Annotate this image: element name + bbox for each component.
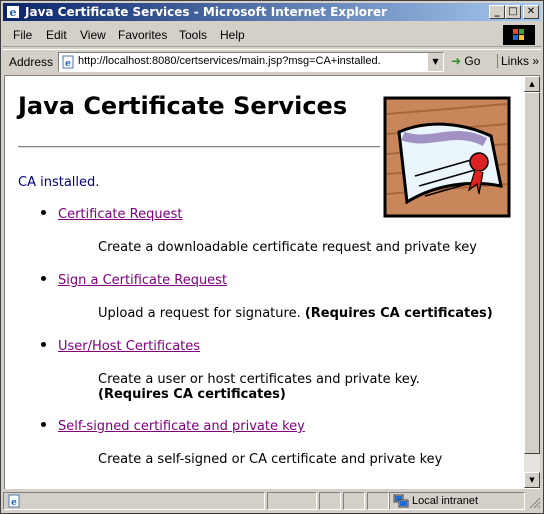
local-intranet-icon [393, 494, 409, 508]
scroll-up-arrow-icon[interactable]: ▲ [524, 76, 540, 92]
user-host-certificates-link[interactable]: User/Host Certificates [58, 339, 200, 354]
description-text: Create a self-signed or CA certificate a… [98, 452, 443, 467]
windows-logo-icon [503, 25, 535, 45]
description-text: Create a downloadable certificate reques… [98, 240, 477, 255]
resize-grip-icon[interactable] [527, 495, 541, 509]
security-zone-label: Local intranet [412, 495, 479, 507]
window-title: Java Certificate Services - Microsoft In… [25, 5, 388, 19]
requires-ca-note: (Requires CA certificates) [304, 306, 493, 321]
requires-ca-note: (Requires CA certificates) [98, 387, 286, 402]
go-arrow-icon: ➜ [451, 54, 462, 68]
chevron-right-icon: » [532, 54, 540, 68]
address-field[interactable]: e http://localhost:8080/certservices/mai… [58, 52, 444, 72]
scroll-thumb[interactable] [524, 92, 540, 454]
status-lock-cell [319, 492, 341, 510]
menu-tools[interactable]: Tools [179, 28, 207, 42]
page-icon: e [62, 55, 74, 69]
menu-edit[interactable]: Edit [46, 28, 67, 42]
user-host-description: Create a user or host certificates and p… [98, 372, 420, 402]
browser-window: e Java Certificate Services - Microsoft … [0, 0, 544, 514]
status-message: CA installed. [18, 175, 100, 190]
status-bar: e Local intranet [3, 491, 541, 511]
list-item-user-host: User/Host Certificates [41, 339, 200, 354]
ie-icon: e [7, 6, 19, 19]
security-zone-cell[interactable]: Local intranet [389, 492, 525, 510]
menu-favorites[interactable]: Favorites [118, 28, 167, 42]
address-url[interactable]: http://localhost:8080/certservices/main.… [78, 55, 381, 67]
bullet-icon [41, 210, 46, 215]
self-signed-description: Create a self-signed or CA certificate a… [98, 452, 442, 467]
status-main-cell: e [3, 492, 265, 510]
vertical-scrollbar[interactable]: ▲ ▼ [524, 76, 540, 488]
menu-bar: File Edit View Favorites Tools Help [3, 24, 541, 47]
status-extra-cell [343, 492, 365, 510]
address-bar: Address e http://localhost:8080/certserv… [3, 49, 541, 74]
menu-view[interactable]: View [80, 28, 106, 42]
page-content: Java Certificate Services CA installed. … [5, 76, 523, 488]
menu-file[interactable]: File [13, 28, 32, 42]
go-label: Go [464, 54, 481, 68]
close-button[interactable]: ✕ [523, 5, 539, 19]
close-icon: ✕ [526, 6, 536, 17]
status-extra-cell-2 [367, 492, 389, 510]
scroll-down-arrow-icon[interactable]: ▼ [524, 472, 540, 488]
title-bar[interactable]: e Java Certificate Services - Microsoft … [3, 3, 541, 21]
menu-help[interactable]: Help [220, 28, 245, 42]
bullet-icon [41, 276, 46, 281]
description-text: Upload a request for signature. [98, 306, 301, 321]
page-viewport: Java Certificate Services CA installed. … [4, 75, 540, 489]
svg-text:e: e [11, 498, 17, 508]
description-text: Create a user or host certificates and p… [98, 372, 420, 387]
status-progress-cell [267, 492, 317, 510]
sign-request-description: Upload a request for signature. (Require… [98, 306, 493, 321]
list-item-sign-request: Sign a Certificate Request [41, 273, 227, 288]
address-dropdown-icon[interactable]: ▼ [427, 53, 443, 71]
maximize-icon: □ [508, 6, 518, 17]
links-button[interactable]: Links » [497, 54, 539, 68]
address-label: Address [9, 55, 54, 69]
page-done-icon: e [8, 494, 20, 508]
bullet-icon [41, 422, 46, 427]
self-signed-certificate-link[interactable]: Self-signed certificate and private key [58, 419, 305, 434]
minimize-button[interactable]: _ [489, 5, 505, 19]
certificate-request-link[interactable]: Certificate Request [58, 207, 182, 222]
go-button[interactable]: ➜ Go [451, 54, 480, 68]
list-item-certificate-request: Certificate Request [41, 207, 182, 222]
links-label: Links [501, 54, 530, 68]
list-item-self-signed: Self-signed certificate and private key [41, 419, 305, 434]
maximize-button[interactable]: □ [505, 5, 521, 19]
minimize-icon: _ [494, 6, 500, 17]
bullet-icon [41, 342, 46, 347]
svg-text:e: e [10, 6, 17, 19]
svg-text:e: e [65, 59, 71, 69]
certificate-request-description: Create a downloadable certificate reques… [98, 240, 477, 255]
certificate-clipart-icon [383, 96, 511, 218]
page-title: Java Certificate Services [18, 92, 348, 120]
sign-certificate-request-link[interactable]: Sign a Certificate Request [58, 273, 227, 288]
horizontal-rule [18, 146, 380, 148]
